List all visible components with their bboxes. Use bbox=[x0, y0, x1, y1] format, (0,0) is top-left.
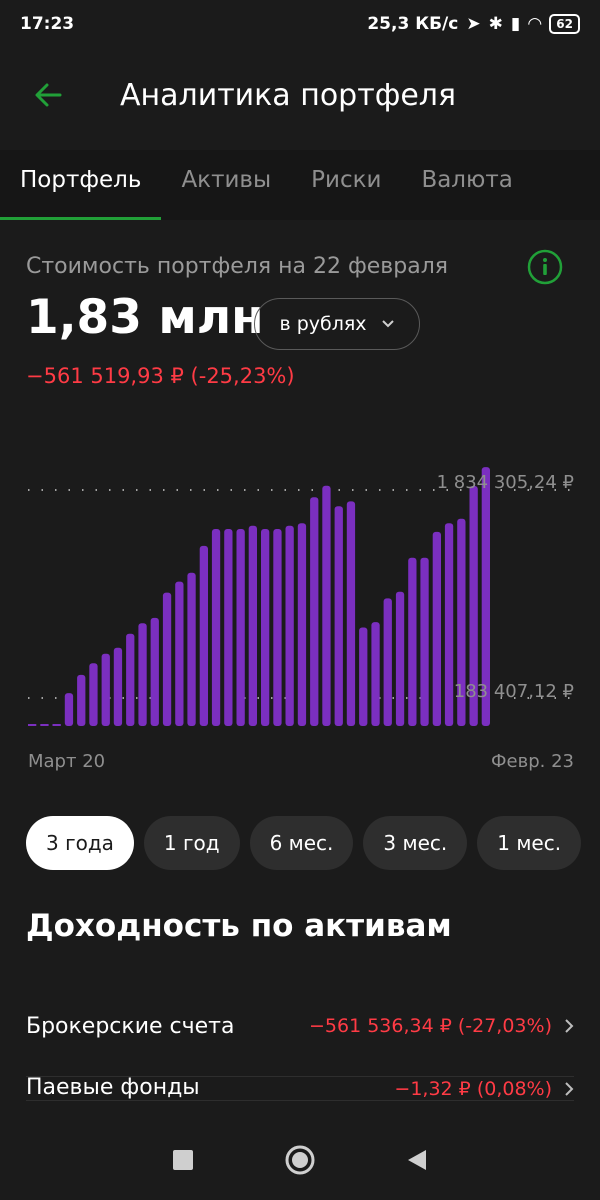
app-bar: Аналитика портфеля bbox=[0, 60, 600, 130]
chart-bar bbox=[273, 529, 282, 726]
chart-bar bbox=[261, 529, 270, 726]
tab-assets[interactable]: Активы bbox=[161, 150, 291, 220]
chart-bar bbox=[162, 592, 172, 726]
portfolio-change: −561 519,93 ₽ (-25,23%) bbox=[26, 364, 295, 388]
home-button[interactable] bbox=[284, 1144, 316, 1176]
status-right: 25,3 КБ/с ➤ ✱ ▮ ◠ 62 bbox=[367, 14, 580, 34]
chart-bar bbox=[126, 633, 135, 726]
status-bar: 17:23 25,3 КБ/с ➤ ✱ ▮ ◠ 62 bbox=[0, 0, 600, 48]
chart-bar bbox=[322, 485, 331, 726]
chart-bar bbox=[297, 523, 307, 726]
portfolio-caption: Стоимость портфеля на 22 февраля bbox=[26, 254, 449, 279]
wifi-icon: ◠ bbox=[528, 14, 542, 34]
chart-bar bbox=[101, 653, 110, 726]
period-selector: 3 года 1 год 6 мес. 3 мес. 1 мес. bbox=[26, 816, 582, 870]
tab-bar: Портфель Активы Риски Валюта bbox=[0, 150, 600, 220]
tab-label: Активы bbox=[181, 167, 272, 193]
chevron-right-icon bbox=[565, 1082, 574, 1096]
chart-bar bbox=[408, 557, 417, 726]
chart-bar bbox=[113, 647, 123, 726]
chart-min-label: 183 407,12 ₽ bbox=[453, 681, 574, 702]
period-label: 1 мес. bbox=[497, 831, 562, 855]
chart-bar bbox=[285, 525, 294, 726]
chart-bar bbox=[224, 529, 233, 726]
system-nav-bar bbox=[0, 1120, 600, 1200]
chart-x-start: Март 20 bbox=[28, 751, 106, 772]
info-icon[interactable] bbox=[526, 248, 564, 286]
yield-value: −1,32 ₽ (0,08%) bbox=[394, 1078, 552, 1100]
period-label: 6 мес. bbox=[269, 831, 334, 855]
chart-bar bbox=[395, 591, 405, 726]
chart-bar bbox=[40, 724, 49, 726]
chart-bar bbox=[64, 693, 74, 726]
chevron-down-icon bbox=[381, 320, 394, 328]
recent-apps-button[interactable] bbox=[172, 1149, 194, 1171]
chart-bar bbox=[310, 497, 319, 726]
period-1m[interactable]: 1 мес. bbox=[477, 816, 582, 870]
chart-bar bbox=[432, 531, 441, 726]
tab-label: Валюта bbox=[421, 167, 513, 193]
yield-title: Доходность по активам bbox=[26, 908, 452, 944]
portfolio-bar-chart bbox=[28, 467, 572, 726]
portfolio-section: Стоимость портфеля на 22 февраля 1,83 мл… bbox=[0, 220, 600, 1101]
chart-bar bbox=[383, 598, 392, 726]
yield-value-wrap: −561 536,34 ₽ (-27,03%) bbox=[309, 1015, 574, 1037]
period-3y[interactable]: 3 года bbox=[26, 816, 134, 870]
chart-bar bbox=[89, 663, 98, 726]
portfolio-value: 1,83 млн bbox=[26, 290, 264, 345]
yield-name: Паевые фонды bbox=[26, 1076, 200, 1100]
tab-currency[interactable]: Валюта bbox=[401, 150, 532, 220]
chart-bar bbox=[28, 724, 37, 726]
network-speed: 25,3 КБ/с bbox=[367, 14, 459, 34]
battery-indicator: 62 bbox=[549, 14, 580, 34]
chart-bar bbox=[211, 529, 221, 726]
period-label: 3 мес. bbox=[383, 831, 448, 855]
chart-bar bbox=[444, 523, 454, 726]
bluetooth-icon: ✱ bbox=[488, 14, 503, 34]
chart-bar bbox=[175, 581, 184, 726]
chart-bar bbox=[248, 525, 257, 726]
chart-bar bbox=[420, 557, 429, 726]
chart-bar bbox=[199, 545, 208, 726]
period-1y[interactable]: 1 год bbox=[143, 816, 240, 870]
period-label: 3 года bbox=[46, 831, 114, 855]
chart-bar bbox=[359, 627, 368, 726]
tab-label: Риски bbox=[311, 167, 382, 193]
back-nav-button[interactable] bbox=[406, 1148, 428, 1172]
currency-dropdown[interactable]: в рублях bbox=[254, 298, 420, 350]
tab-label: Портфель bbox=[20, 167, 142, 193]
chevron-right-icon bbox=[565, 1019, 574, 1033]
chart-bar bbox=[138, 623, 147, 726]
back-button[interactable] bbox=[18, 65, 78, 125]
location-icon: ➤ bbox=[466, 14, 481, 34]
chart-bar bbox=[371, 622, 380, 726]
period-label: 1 год bbox=[163, 831, 220, 855]
yield-row-brokerage[interactable]: Брокерские счета −561 536,34 ₽ (-27,03%) bbox=[26, 976, 574, 1077]
yield-name: Брокерские счета bbox=[26, 1013, 235, 1039]
signal-icon: ▮ bbox=[510, 14, 521, 34]
yield-value: −561 536,34 ₽ (-27,03%) bbox=[308, 1015, 552, 1037]
chart-bar bbox=[150, 617, 159, 726]
chart-x-end: Февр. 23 bbox=[491, 751, 574, 772]
status-time: 17:23 bbox=[20, 14, 75, 34]
tab-portfolio[interactable]: Портфель bbox=[0, 150, 162, 220]
chart-bar bbox=[334, 506, 343, 726]
chart-bar bbox=[52, 724, 61, 726]
period-3m[interactable]: 3 мес. bbox=[363, 816, 468, 870]
period-6m[interactable]: 6 мес. bbox=[249, 816, 354, 870]
yield-value-wrap: −1,32 ₽ (0,08%) bbox=[394, 1078, 574, 1100]
chart-bar bbox=[346, 501, 356, 726]
chart-max-label: 1 834 305,24 ₽ bbox=[436, 472, 574, 493]
tab-risks[interactable]: Риски bbox=[291, 150, 401, 220]
portfolio-chart: 1 834 305,24 ₽ 183 407,12 ₽ Март 20 Февр… bbox=[0, 450, 600, 780]
page-title: Аналитика портфеля bbox=[120, 77, 457, 113]
arrow-left-icon bbox=[35, 83, 62, 107]
currency-label: в рублях bbox=[279, 313, 367, 335]
chart-bar bbox=[77, 674, 86, 726]
chart-bar bbox=[236, 529, 245, 726]
chart-bar bbox=[187, 572, 196, 726]
yield-row-funds[interactable]: Паевые фонды −1,32 ₽ (0,08%) bbox=[26, 1076, 574, 1101]
